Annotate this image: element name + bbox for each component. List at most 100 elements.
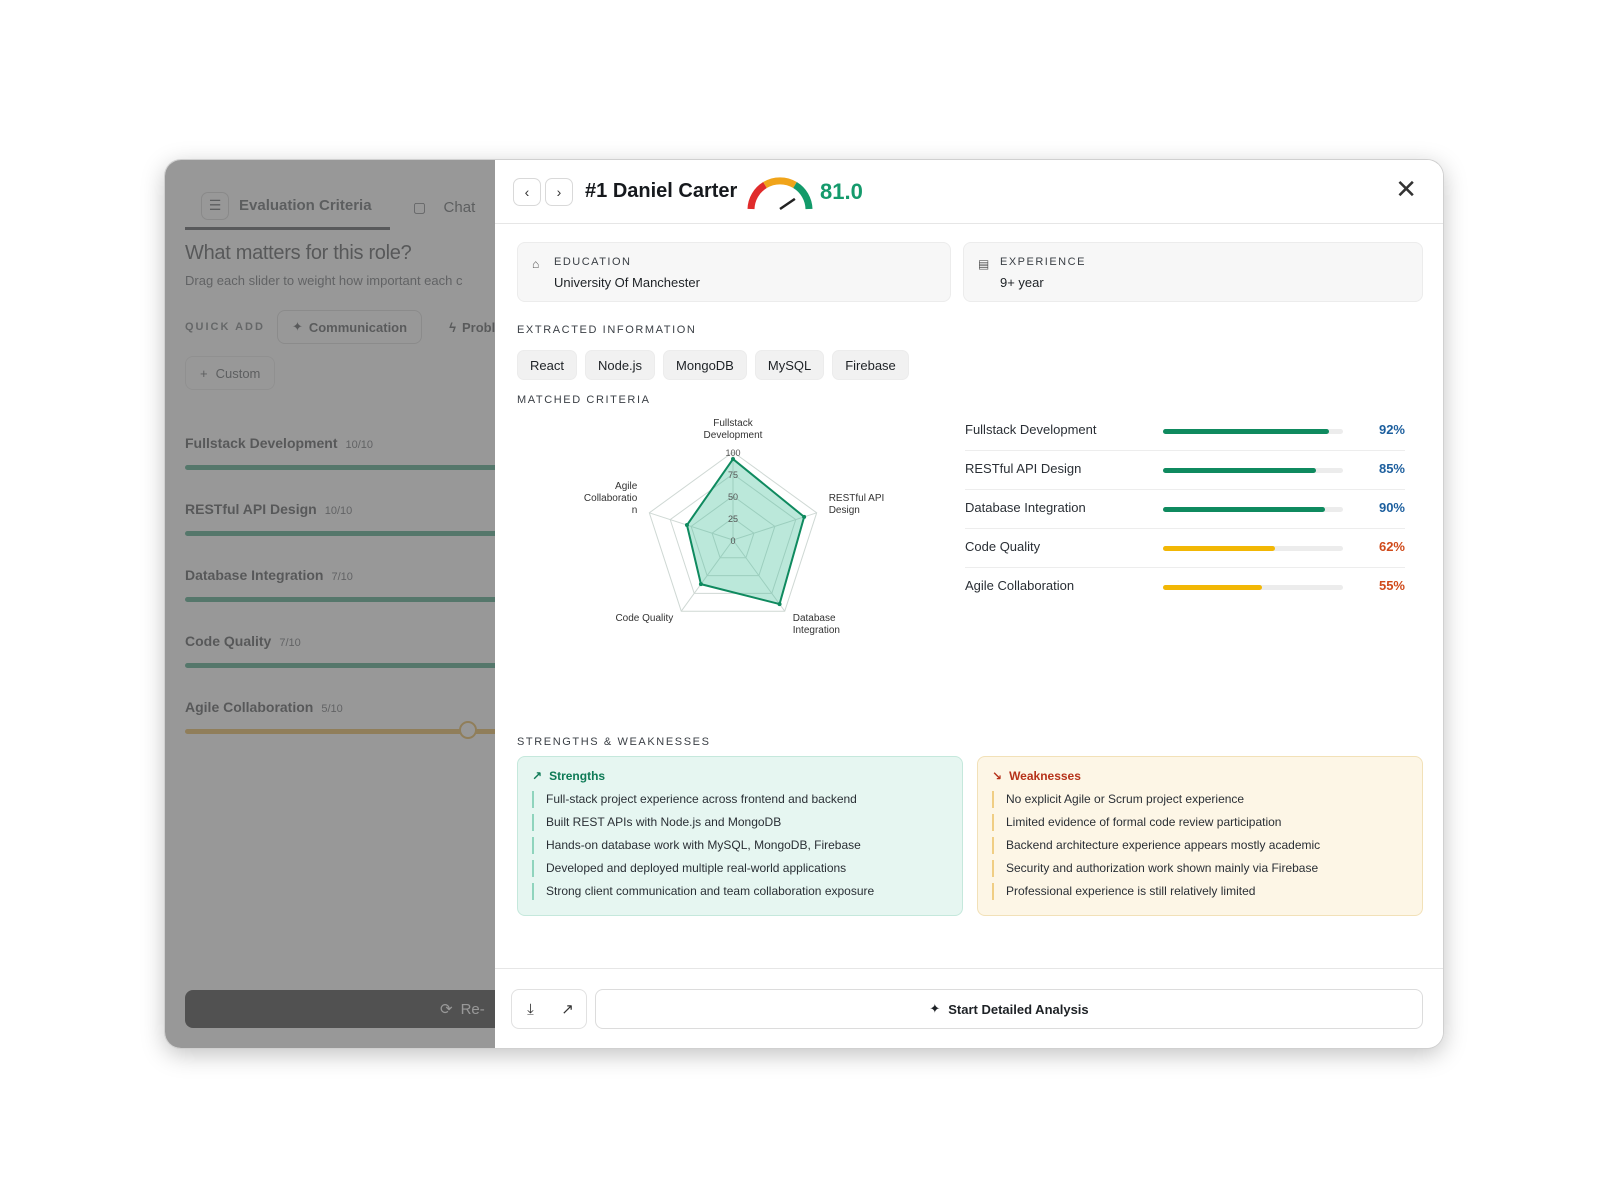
weakness-item: Limited evidence of formal code review p… [992, 814, 1408, 831]
criterion-slider[interactable]: Code Quality 7/10 [185, 633, 495, 668]
radar-chart: 0 25 50 75 100 FullstackDevelopment RESTful AP… [584, 418, 885, 636]
plus-icon: + [200, 365, 208, 381]
weaknesses-card: ↘ Weaknesses No explicit Agile or Scrum … [977, 756, 1423, 916]
candidate-rank: #1 [585, 180, 608, 202]
rerun-button[interactable]: ⟳ Re- [185, 990, 495, 1028]
education-card: ⌂ EDUCATION University Of Manchester [517, 242, 951, 302]
radar-axis-label: Development [704, 430, 763, 441]
experience-value: 9+ year [1000, 275, 1044, 290]
criterion-score: 10/10 [345, 439, 374, 451]
download-button[interactable]: ⤓ [512, 990, 549, 1028]
weakness-item: Professional experience is still relativ… [992, 883, 1408, 900]
skill-tag: MongoDB [663, 350, 747, 380]
strength-item: Full-stack project experience across fro… [532, 791, 948, 808]
criterion-score: 7/10 [279, 637, 301, 649]
bar-percent: 62% [1378, 539, 1405, 554]
score-gauge-icon [747, 177, 813, 211]
radar-axis-label: RESTful API [829, 493, 885, 504]
start-analysis-label: Start Detailed Analysis [948, 1001, 1089, 1017]
section-heading: What matters for this role? [185, 242, 412, 264]
slider-track[interactable] [185, 597, 495, 602]
slider-track[interactable] [185, 531, 495, 536]
experience-card: ▤ EXPERIENCE 9+ year [963, 242, 1423, 302]
bar-percent: 85% [1378, 461, 1405, 476]
criterion-bar-row: Code Quality 62% [965, 529, 1405, 568]
criterion-slider[interactable]: Agile Collaboration 5/10 [185, 699, 495, 739]
tab-evaluation-criteria[interactable]: ☰ Evaluation Criteria [185, 184, 390, 230]
criteria-bar-list: Fullstack Development 92% RESTful API Desi… [965, 412, 1405, 607]
criterion-slider[interactable]: RESTful API Design 10/10 [185, 501, 495, 536]
radar-point [684, 523, 689, 528]
strength-item: Built REST APIs with Node.js and MongoDB [532, 814, 948, 831]
bar-label: Fullstack Development [965, 422, 1097, 437]
weakness-item: Backend architecture experience appears … [992, 837, 1408, 854]
radar-axis-label: Design [829, 505, 860, 516]
modal-backdrop[interactable] [165, 160, 495, 1048]
app-window: ☰ Evaluation Criteria ▢ Chat What matter… [165, 160, 1443, 1048]
bolt-icon: ϟ [449, 319, 456, 335]
slider-track[interactable] [185, 465, 495, 470]
external-link-icon: ↗ [561, 1001, 574, 1018]
modal-header: ‹ › #1 Daniel Carter 81.0 ✕ [495, 160, 1443, 224]
sliders-icon: ☰ [201, 191, 229, 220]
next-candidate-button[interactable]: › [545, 178, 573, 206]
bar-fill [1163, 546, 1275, 551]
radar-tick-label: 50 [728, 492, 738, 502]
criterion-score: 10/10 [324, 505, 353, 517]
bar-track [1163, 429, 1343, 434]
bar-percent: 92% [1378, 422, 1405, 437]
slider-track[interactable] [185, 729, 495, 734]
radar-series-area [685, 457, 806, 606]
start-analysis-button[interactable]: ✦ Start Detailed Analysis [595, 989, 1423, 1029]
section-subheading: Drag each slider to weight how important… [185, 273, 463, 288]
slider-track[interactable] [185, 663, 495, 668]
sparkle-icon: ✦ [929, 1001, 941, 1016]
chevron-right-icon: › [556, 184, 562, 200]
bar-fill [1163, 585, 1262, 590]
chip-label: Communication [308, 319, 408, 335]
rerun-label: Re- [460, 1000, 485, 1018]
modal-footer: ⤓ ↗ ✦ Start Detailed Analysis [495, 968, 1443, 1048]
close-button[interactable]: ✕ [1395, 176, 1417, 202]
strengths-weaknesses-label: STRENGTHS & WEAKNESSES [517, 736, 711, 748]
criterion-bar-row: Agile Collaboration 55% [965, 568, 1405, 607]
bar-fill [1163, 507, 1325, 512]
education-label: EDUCATION [554, 256, 632, 268]
radar-tick-label: 25 [728, 514, 738, 524]
candidate-title: #1 Daniel Carter [585, 180, 737, 203]
quick-add-problem[interactable]: ϟ Proble [434, 310, 495, 344]
radar-tick-label: 0 [730, 536, 735, 546]
bar-label: Database Integration [965, 500, 1086, 515]
strengths-title: ↗ Strengths [532, 769, 948, 783]
weakness-item: Security and authorization work shown ma… [992, 860, 1408, 877]
criterion-name: Agile Collaboration [185, 699, 314, 715]
trend-down-icon: ↘ [992, 769, 1003, 783]
criterion-slider[interactable]: Database Integration 7/10 [185, 567, 495, 602]
criterion-slider[interactable]: Fullstack Development 10/10 [185, 435, 495, 470]
bar-track [1163, 468, 1343, 473]
radar-point [698, 582, 703, 587]
radar-axis-label: Agile [615, 481, 638, 492]
bar-fill [1163, 429, 1329, 434]
candidate-score: 81.0 [820, 179, 863, 204]
quick-add-communication[interactable]: ✦ Communication [276, 310, 423, 344]
criterion-bar-row: Fullstack Development 92% [965, 412, 1405, 451]
previous-candidate-button[interactable]: ‹ [513, 178, 541, 206]
slider-handle[interactable] [459, 721, 477, 739]
tab-chat[interactable]: ▢ Chat [390, 184, 494, 230]
add-custom-button[interactable]: + Custom [185, 356, 276, 390]
skill-tag: React [517, 350, 577, 380]
strength-item: Hands-on database work with MySQL, Mongo… [532, 837, 948, 854]
quick-add-label: QUICK ADD [185, 321, 265, 333]
bar-label: Agile Collaboration [965, 578, 1075, 593]
radar-axis-label: Fullstack [713, 418, 753, 429]
graduation-cap-icon: ⌂ [532, 257, 540, 271]
open-external-button[interactable]: ↗ [549, 990, 586, 1028]
criterion-score: 5/10 [321, 703, 343, 715]
weaknesses-title-text: Weaknesses [1009, 769, 1081, 783]
radar-tick-label: 75 [728, 470, 738, 480]
weakness-item: No explicit Agile or Scrum project exper… [992, 791, 1408, 808]
skill-tag: MySQL [754, 350, 825, 380]
bar-track [1163, 507, 1343, 512]
skill-tag: Node.js [584, 350, 656, 380]
